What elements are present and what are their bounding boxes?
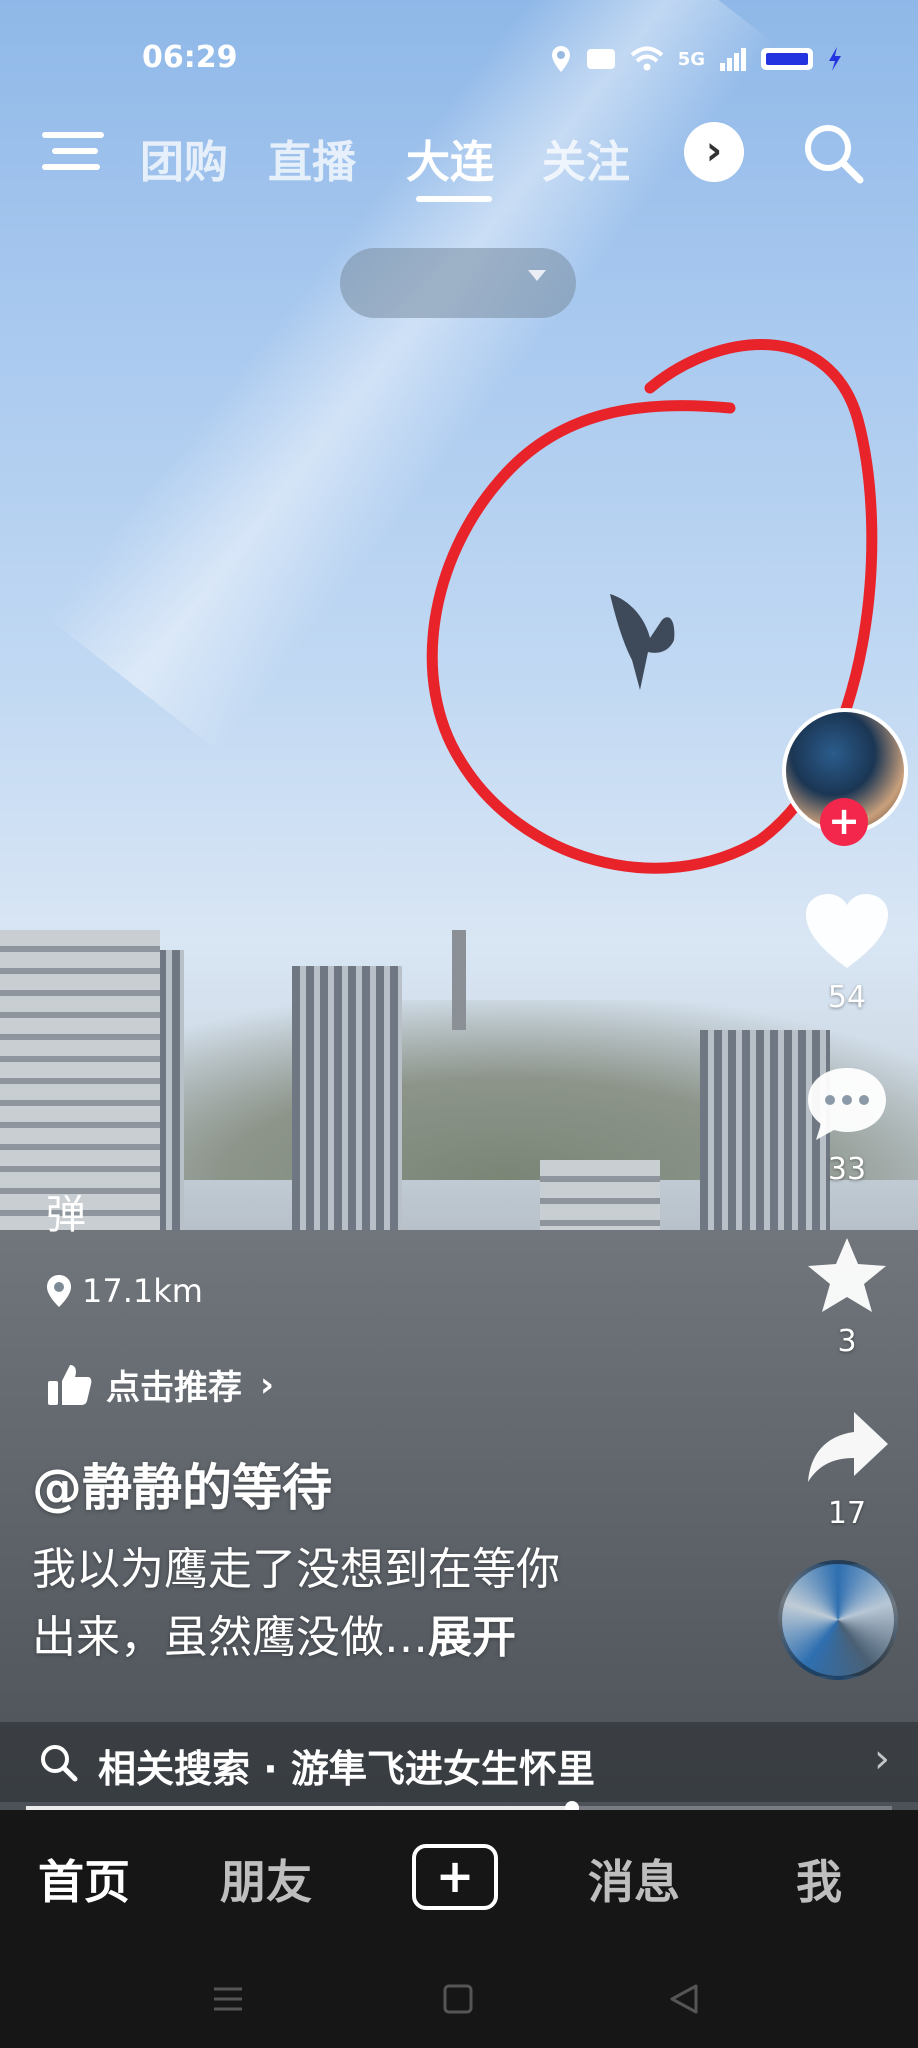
home-square-icon[interactable] [440, 1982, 476, 2016]
comment-icon [808, 1068, 886, 1140]
bird-icon [610, 594, 675, 690]
back-triangle-icon[interactable] [666, 1982, 702, 2016]
related-search-text: 相关搜索 · 游隼飞进女生怀里 [98, 1747, 595, 1791]
thumbs-up-icon [48, 1364, 92, 1405]
author-name[interactable]: @静静的等待 [32, 1448, 332, 1520]
share-button[interactable]: 17 [792, 1408, 902, 1531]
status-bar: 06:29 5G [0, 0, 918, 110]
share-count: 17 [827, 1496, 867, 1531]
active-tab-indicator [416, 196, 492, 202]
tab-dalian[interactable]: 大连 [406, 126, 494, 190]
share-arrow-icon [808, 1412, 888, 1482]
charging-icon [829, 47, 841, 71]
search-icon[interactable] [800, 120, 866, 186]
network-type: 5G [677, 48, 705, 70]
location-status-icon [551, 46, 570, 72]
search-icon [41, 1745, 78, 1782]
chevron-right-icon: › [260, 1364, 275, 1405]
location-tag[interactable]: 17.1km [46, 1272, 203, 1310]
comment-button[interactable]: 33 [792, 1064, 902, 1187]
dropdown-caret-icon [528, 270, 546, 281]
tab-live[interactable]: 直播 [268, 126, 356, 190]
location-distance: 17.1km [82, 1272, 203, 1310]
chevron-right-icon[interactable]: › [684, 122, 744, 182]
danmu-toggle[interactable]: 弹 [46, 1182, 86, 1240]
like-count: 54 [827, 980, 867, 1015]
location-pin-icon [47, 1275, 71, 1307]
nav-friends[interactable]: 朋友 [220, 1846, 312, 1912]
recents-menu-icon[interactable] [210, 1982, 246, 2016]
favorite-count: 3 [837, 1324, 857, 1359]
expand-button[interactable]: 展开 [428, 1612, 516, 1663]
tab-group-buy[interactable]: 团购 [140, 126, 228, 190]
heart-icon [806, 894, 888, 968]
status-time: 06:29 [142, 40, 238, 75]
star-icon [808, 1238, 886, 1312]
nav-home[interactable]: 首页 [38, 1846, 130, 1912]
menu-icon[interactable] [42, 126, 104, 176]
comment-count: 33 [827, 1152, 867, 1187]
create-post-button[interactable]: + [412, 1844, 498, 1910]
description-line: 出来，虽然鹰没做… [32, 1612, 428, 1663]
battery-icon [761, 48, 813, 70]
video-description: 我以为鹰走了没想到在等你 出来，虽然鹰没做…展开 [32, 1536, 672, 1672]
chevron-right-icon: › [874, 1736, 890, 1782]
recommend-label: 点击推荐 [106, 1368, 242, 1408]
follow-plus-icon[interactable]: + [820, 798, 868, 846]
music-disc-icon[interactable] [778, 1560, 898, 1680]
description-line: 我以为鹰走了没想到在等你 [32, 1544, 560, 1595]
signal-icon [720, 48, 746, 71]
like-button[interactable]: 54 [792, 892, 902, 1015]
blurred-dropdown-pill[interactable] [340, 248, 576, 318]
tab-following[interactable]: 关注 [542, 126, 630, 190]
recommend-button[interactable]: 点击推荐 › [46, 1360, 274, 1409]
system-nav-bar [0, 1950, 918, 2048]
nav-me[interactable]: 我 [796, 1846, 842, 1912]
favorite-button[interactable]: 3 [792, 1236, 902, 1359]
hd-status-icon [586, 49, 615, 69]
bottom-nav: 首页 朋友 + 消息 我 [0, 1810, 918, 1950]
top-nav: 团购 直播 大连 关注 › [0, 118, 918, 208]
related-search-bar[interactable]: 相关搜索 · 游隼飞进女生怀里 › [0, 1722, 918, 1802]
nav-messages[interactable]: 消息 [588, 1846, 680, 1912]
wifi-icon [630, 46, 663, 71]
